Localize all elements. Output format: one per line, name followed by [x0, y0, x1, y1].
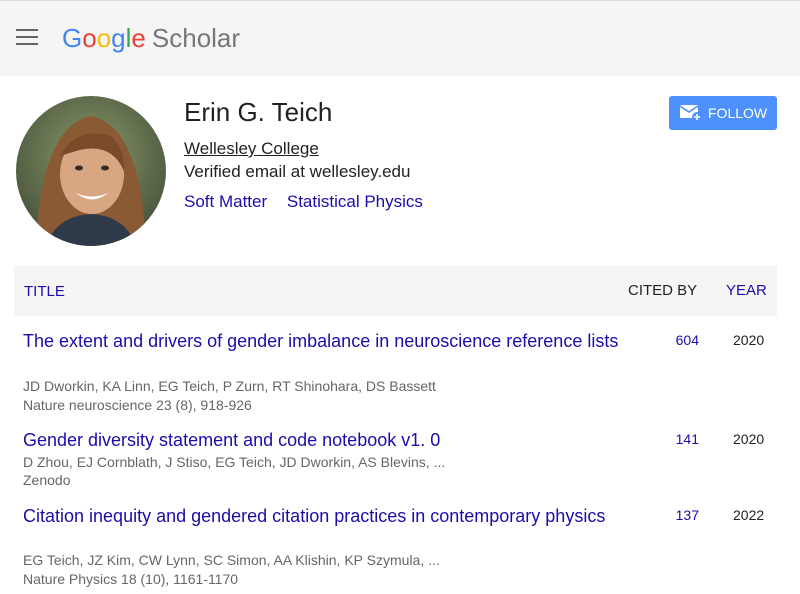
cited-by-count[interactable]: 604 — [676, 332, 699, 348]
research-interests: Soft Matter Statistical Physics — [184, 192, 438, 212]
affiliation-link[interactable]: Wellesley College — [184, 139, 319, 159]
article-title[interactable]: The extent and drivers of gender imbalan… — [23, 330, 623, 353]
article-venue: Nature Physics 18 (10), 1161-1170 — [23, 571, 239, 587]
logo-scholar: Scholar — [151, 23, 241, 53]
hamburger-menu-icon[interactable] — [16, 29, 38, 47]
profile-photo — [16, 96, 166, 246]
article-authors: JD Dworkin, KA Linn, EG Teich, P Zurn, R… — [23, 378, 436, 394]
article-authors: D Zhou, EJ Cornblath, J Stiso, EG Teich,… — [23, 454, 446, 470]
column-year[interactable]: YEAR — [726, 282, 767, 299]
article-authors: EG Teich, JZ Kim, CW Lynn, SC Simon, AA … — [23, 552, 440, 568]
mail-plus-icon — [680, 105, 702, 122]
article-venue: Nature neuroscience 23 (8), 918-926 — [23, 397, 252, 413]
article-year: 2022 — [733, 507, 765, 523]
profile-name: Erin G. Teich — [184, 97, 333, 127]
article-title[interactable]: Gender diversity statement and code note… — [23, 429, 623, 452]
interest-soft-matter[interactable]: Soft Matter — [184, 192, 267, 211]
google-scholar-logo[interactable]: Google Scholar — [62, 21, 240, 55]
article-title[interactable]: Citation inequity and gendered citation … — [23, 505, 623, 528]
top-bar: Google Scholar — [0, 0, 800, 76]
article-row: Citation inequity and gendered citation … — [14, 505, 777, 593]
cited-by-count[interactable]: 137 — [676, 507, 699, 523]
article-row: Gender diversity statement and code note… — [14, 429, 777, 495]
article-venue: Zenodo — [23, 472, 71, 488]
follow-label: FOLLOW — [708, 105, 768, 121]
article-year: 2020 — [733, 431, 765, 447]
logo-google: Google — [62, 23, 146, 53]
column-title[interactable]: TITLE — [24, 283, 65, 300]
column-cited-by[interactable]: CITED BY — [628, 282, 697, 299]
article-row: The extent and drivers of gender imbalan… — [14, 330, 777, 420]
article-year: 2020 — [733, 332, 765, 348]
follow-button[interactable]: FOLLOW — [669, 96, 777, 130]
verified-email: Verified email at wellesley.edu — [184, 162, 411, 181]
cited-by-count[interactable]: 141 — [676, 431, 699, 447]
interest-statistical-physics[interactable]: Statistical Physics — [287, 192, 423, 211]
articles-table-header: TITLE CITED BY YEAR — [14, 266, 777, 316]
